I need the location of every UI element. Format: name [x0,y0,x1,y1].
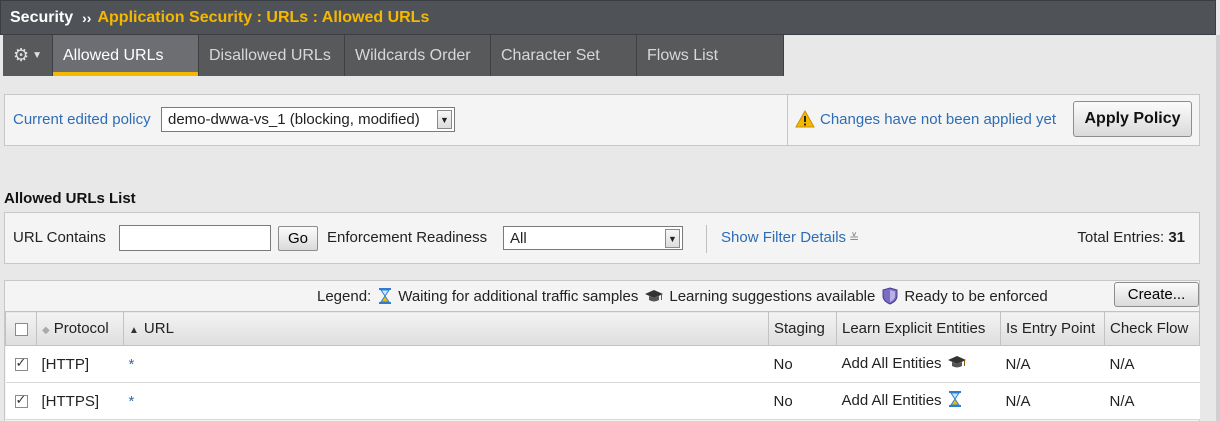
url-link[interactable]: * [129,356,135,373]
select-all-cell [5,311,37,346]
tab-flows-list[interactable]: Flows List [637,35,784,76]
divider [706,225,707,253]
apply-notice: Changes have not been applied yet Apply … [787,95,1199,145]
legend-label: Legend: [317,287,372,305]
sort-icon: ◆ [42,325,50,336]
tab-allowed-urls[interactable]: Allowed URLs [53,35,199,76]
legend: Legend: Waiting for additional traffic s… [317,287,1048,305]
warning-icon [795,109,815,132]
entry-point-cell: N/A [1000,345,1105,383]
column-header-url[interactable]: ▲ URL [123,311,769,346]
apply-policy-button[interactable]: Apply Policy [1073,101,1192,137]
notice-text[interactable]: Changes have not been applied yet [820,111,1056,128]
show-filter-details-link[interactable]: Show Filter Details ≚ [721,229,859,246]
tab-wildcards-order[interactable]: Wildcards Order [345,35,491,76]
column-header-protocol[interactable]: ◆ Protocol [36,311,124,346]
url-cell: * [123,345,769,383]
row-select-cell [5,382,37,420]
list-title: Allowed URLs List [4,190,136,207]
protocol-cell: [HTTPS] [36,382,124,420]
enforcement-readiness-label: Enforcement Readiness [327,229,488,246]
settings-menu-button[interactable]: ⚙ ▼ [3,35,53,76]
title-bar: Security ›› Application Security : URLs … [0,0,1216,35]
chevron-down-icon: ▼ [437,110,452,129]
url-cell: * [123,382,769,420]
learning-suggestions-icon [644,288,664,304]
total-entries: Total Entries: 31 [1077,229,1185,246]
table-row[interactable]: [HTTP] * No Add All Entities N/A N/A [5,345,1200,383]
shield-icon [881,287,899,305]
enforcement-readiness-select[interactable]: All ▼ [503,226,683,250]
go-button[interactable]: Go [278,226,318,251]
entry-point-cell: N/A [1000,382,1105,420]
column-header-check-flow[interactable]: Check Flow [1104,311,1200,346]
policy-panel: Current edited policy demo-dwwa-vs_1 (bl… [4,94,1200,146]
legend-learning: Learning suggestions available [644,288,875,305]
tab-disallowed-urls[interactable]: Disallowed URLs [199,35,345,76]
row-checkbox[interactable] [14,392,28,409]
column-header-learn-explicit-entities[interactable]: Learn Explicit Entities [836,311,1001,346]
total-entries-count: 31 [1168,229,1185,246]
readiness-select-value: All [510,229,527,247]
select-all-checkbox[interactable] [14,322,28,336]
breadcrumb-root[interactable]: Security [10,9,73,27]
breadcrumb-separator: ›› [82,9,92,26]
hourglass-icon [377,287,393,305]
urls-table: ◆ Protocol ▲ URL Staging Learn Explicit En… [5,311,1200,420]
policy-select[interactable]: demo-dwwa-vs_1 (blocking, modified) ▼ [161,107,455,132]
column-header-is-entry-point[interactable]: Is Entry Point [1000,311,1105,346]
policy-label[interactable]: Current edited policy [13,111,151,128]
staging-cell: No [768,345,837,383]
scrollbar[interactable] [1216,35,1220,421]
learning-suggestions-icon[interactable] [947,356,967,374]
check-flow-cell: N/A [1104,345,1200,383]
row-select-cell [5,345,37,383]
check-flow-cell: N/A [1104,382,1200,420]
sort-ascending-icon: ▲ [129,325,139,336]
table-header-row: ◆ Protocol ▲ URL Staging Learn Explicit En… [5,311,1200,346]
row-checkbox[interactable] [14,355,28,372]
tab-character-set[interactable]: Character Set [491,35,637,76]
legend-waiting: Waiting for additional traffic samples [377,287,638,305]
chevron-down-icon: ▼ [665,229,680,248]
url-contains-label: URL Contains [13,229,106,246]
hourglass-icon[interactable] [947,391,963,412]
policy-select-value: demo-dwwa-vs_1 (blocking, modified) [168,111,420,128]
filter-panel: URL Contains Go Enforcement Readiness Al… [4,212,1200,264]
protocol-cell: [HTTP] [36,345,124,383]
create-button[interactable]: Create... [1114,282,1199,307]
table-panel: Legend: Waiting for additional traffic s… [4,280,1200,421]
chevron-down-icon: ▼ [32,50,43,61]
staging-cell: No [768,382,837,420]
table-row[interactable]: [HTTPS] * No Add All Entities N/A N/A [5,382,1200,420]
gear-icon: ⚙ [12,45,30,65]
tab-bar: ⚙ ▼ Allowed URLs Disallowed URLs Wildcar… [3,35,784,76]
breadcrumb-path: Application Security : URLs : Allowed UR… [97,8,430,26]
url-link[interactable]: * [129,393,135,410]
column-header-staging[interactable]: Staging [768,311,837,346]
double-chevron-down-icon: ≚ [849,231,860,245]
url-contains-input[interactable] [119,225,271,251]
learn-entities-cell: Add All Entities [836,382,1001,420]
learn-entities-cell: Add All Entities [836,345,1001,383]
legend-ready: Ready to be enforced [881,287,1048,305]
